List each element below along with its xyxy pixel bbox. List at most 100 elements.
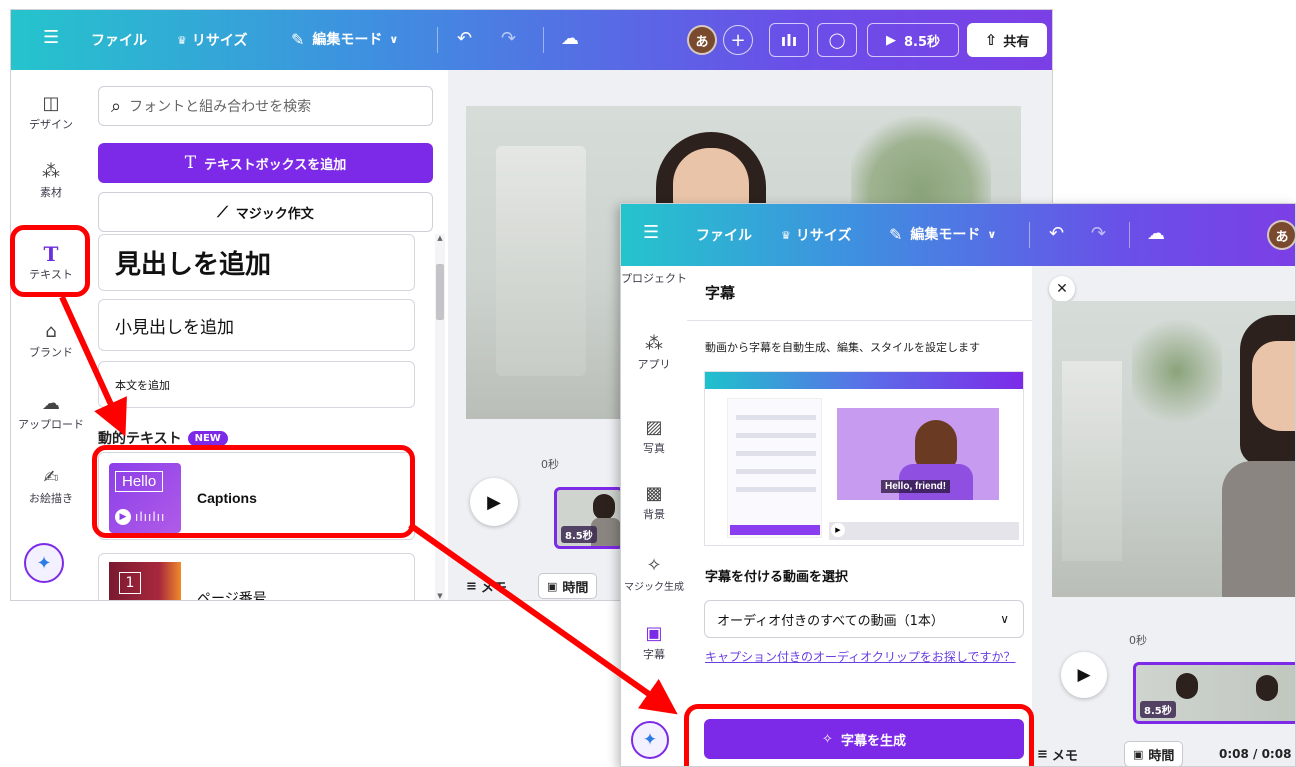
rail-item-project[interactable]: プロジェクト	[621, 270, 687, 286]
add-subheading-card[interactable]: 小見出しを追加	[98, 299, 415, 351]
undo-icon[interactable]: ↶	[457, 28, 472, 49]
select-video-label: 字幕を付ける動画を選択	[705, 570, 849, 585]
upload-icon: ☁	[42, 393, 60, 414]
illustration-line	[736, 469, 816, 474]
resize-menu[interactable]: ♛ リサイズ	[177, 30, 247, 50]
rail-item-photos[interactable]: ▨ 写真	[621, 416, 687, 456]
close-icon: ✕	[1056, 281, 1068, 297]
video-frame[interactable]	[1052, 301, 1295, 597]
timer-icon: ▣	[1133, 747, 1144, 761]
panel-description: 動画から字幕を自動生成、編集、スタイルを設定します	[705, 341, 980, 354]
menu-icon[interactable]: ☰	[43, 27, 59, 48]
memo-button[interactable]: ≡ メモ	[1037, 745, 1078, 764]
captions-thumb-text: Hello	[115, 471, 164, 492]
timeline-play-button[interactable]: ▶	[470, 478, 518, 526]
rail-item-draw[interactable]: ✍ お絵描き	[11, 466, 91, 506]
memo-button[interactable]: ≡ メモ	[466, 577, 507, 596]
edit-mode-menu[interactable]: ✎ 編集モード ∨	[291, 29, 398, 49]
generate-captions-button[interactable]: ✧ 字幕を生成	[704, 719, 1024, 759]
cloud-saved-icon[interactable]: ☁	[1147, 223, 1165, 244]
crown-icon: ♛	[177, 33, 187, 47]
background-tree	[1132, 311, 1222, 431]
scroll-up-icon[interactable]: ▲	[435, 234, 445, 242]
font-search-input[interactable]: ⌕ フォントと組み合わせを検索	[98, 86, 433, 126]
redo-icon[interactable]: ↷	[1091, 223, 1106, 244]
close-panel-button[interactable]: ✕	[1049, 276, 1075, 302]
file-menu[interactable]: ファイル	[696, 225, 752, 245]
cloud-saved-icon[interactable]: ☁	[561, 28, 579, 49]
timecode: 0:08 / 0:08	[1219, 747, 1292, 761]
rail-item-apps[interactable]: ⁂ アプリ	[621, 332, 687, 372]
draw-icon: ✍	[43, 467, 59, 488]
dynamic-text-heading: 動的テキスト NEW	[98, 428, 228, 448]
undo-icon[interactable]: ↶	[1049, 223, 1064, 244]
avatar[interactable]: あ	[687, 25, 717, 55]
clip-person-icon	[1176, 673, 1198, 699]
rail-item-captions[interactable]: ▣ 字幕	[621, 622, 687, 662]
comment-button[interactable]: ◯	[817, 23, 857, 57]
insights-button[interactable]: ılı	[769, 23, 809, 57]
text-icon: T	[43, 242, 59, 266]
panel-title: 字幕	[705, 284, 736, 302]
timeline-play-button[interactable]: ▶	[1061, 652, 1107, 698]
scroll-thumb[interactable]	[436, 264, 444, 320]
background-icon: ▩	[645, 483, 663, 504]
timer-icon: ▣	[547, 579, 558, 593]
magic-generate-icon: ✧	[646, 555, 662, 576]
panel-scrollbar[interactable]: ▲ ▼	[435, 234, 445, 600]
magic-assistant-button[interactable]: ✦	[24, 543, 64, 583]
magic-write-button[interactable]: ⟋ マジック作文	[98, 192, 433, 232]
sparkle-icon: ✦	[642, 730, 658, 750]
video-select-dropdown[interactable]: オーディオ付きのすべての動画（1本） ∨	[704, 600, 1024, 638]
add-body-text-card[interactable]: 本文を追加	[98, 361, 415, 408]
redo-icon[interactable]: ↷	[501, 28, 516, 49]
play-button[interactable]: ▶ 8.5秒	[867, 23, 959, 57]
pencil-icon: ✎	[889, 224, 903, 244]
person-jacket	[1222, 461, 1295, 597]
top-toolbar: ☰ ファイル ♛ リサイズ ✎ 編集モード ∨ ↶ ↷ ☁ あ	[621, 204, 1295, 266]
play-icon: ▶	[885, 32, 896, 48]
captions-thumbnail: Hello ▶ ılıılıı	[109, 463, 181, 533]
rail-item-background[interactable]: ▩ 背景	[621, 482, 687, 522]
file-menu[interactable]: ファイル	[91, 30, 147, 50]
share-button[interactable]: ⇧ 共有	[967, 23, 1047, 57]
background-pillar	[1062, 361, 1122, 561]
rail-item-elements[interactable]: ⁂ 素材	[11, 160, 91, 200]
captions-card[interactable]: Hello ▶ ılıılıı Captions	[98, 452, 415, 540]
rail-item-magic-generate[interactable]: ✧ マジック生成	[621, 554, 687, 593]
audio-clip-help-link[interactable]: キャプション付きのオーディオクリップをお探しですか？	[705, 648, 1016, 665]
page-number-label: ページ番号	[197, 591, 267, 601]
time-button[interactable]: ▣ 時間	[1124, 741, 1184, 766]
chevron-down-icon: ∨	[389, 32, 399, 46]
add-heading-card[interactable]: 見出しを追加	[98, 234, 415, 291]
background-pillar	[496, 146, 586, 376]
rail-item-text[interactable]: T テキスト	[11, 242, 91, 282]
timeline-clip[interactable]: 8.5秒	[1133, 662, 1295, 724]
sparkle-icon: ✧	[822, 731, 833, 747]
panel-divider	[687, 320, 1032, 321]
magic-assistant-button[interactable]: ✦	[631, 721, 669, 759]
rail-item-design[interactable]: ◫ デザイン	[11, 92, 91, 132]
play-icon: ▶	[831, 523, 845, 537]
edit-mode-menu[interactable]: ✎ 編集モード ∨	[889, 224, 996, 244]
menu-icon[interactable]: ☰	[643, 222, 659, 243]
text-t-icon: T	[184, 153, 197, 173]
play-icon: ▶	[115, 509, 131, 525]
avatar[interactable]: あ	[1267, 220, 1295, 250]
new-badge: NEW	[187, 430, 228, 446]
crown-icon: ♛	[781, 228, 791, 242]
page-number-card[interactable]: 1 ページ番号	[98, 553, 415, 601]
illustration-line	[736, 433, 816, 438]
illustration-line	[736, 451, 816, 456]
rail-item-upload[interactable]: ☁ アップロード	[11, 392, 91, 432]
time-button[interactable]: ▣ 時間	[538, 573, 598, 599]
add-textbox-button[interactable]: T テキストボックスを追加	[98, 143, 433, 183]
scroll-down-icon[interactable]: ▼	[435, 592, 445, 600]
chevron-down-icon: ∨	[987, 227, 997, 241]
rail-item-brand[interactable]: ⌂ ブランド	[11, 320, 91, 360]
illustration-button	[730, 525, 820, 535]
add-collaborator-button[interactable]: +	[723, 25, 753, 55]
illustration-timeline: ▶	[829, 522, 1019, 540]
timeline-clip[interactable]: 8.5秒	[554, 487, 624, 549]
resize-menu[interactable]: ♛ リサイズ	[781, 225, 851, 245]
